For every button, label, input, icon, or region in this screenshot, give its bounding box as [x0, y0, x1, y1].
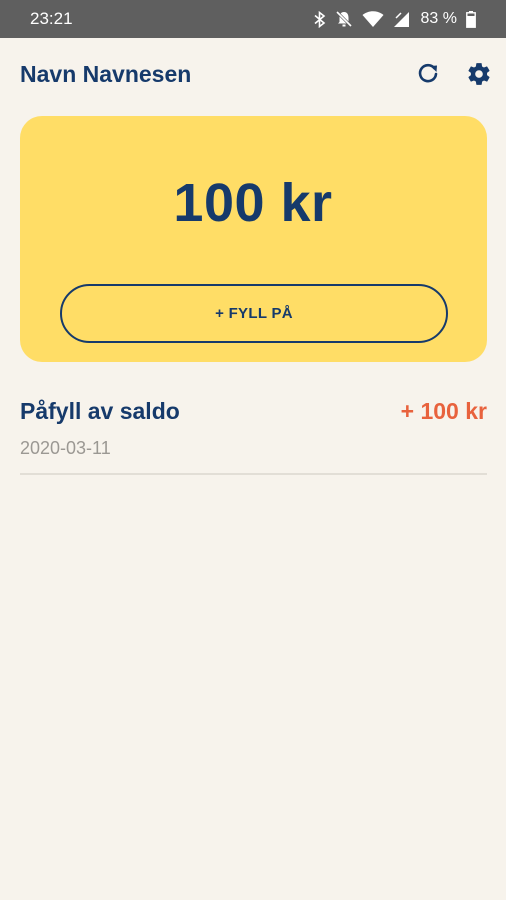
status-time: 23:21: [30, 9, 73, 28]
topup-button[interactable]: + FYLL PÅ: [60, 284, 448, 343]
refresh-icon[interactable]: [416, 62, 440, 86]
app-header: Navn Navnesen: [20, 54, 492, 94]
gear-icon[interactable]: [466, 61, 492, 87]
balance-amount: 100 kr: [173, 173, 333, 233]
status-icons: 83 %: [314, 10, 476, 28]
transaction-title: Påfyll av saldo: [20, 398, 180, 424]
status-bar: 23:21 83 %: [0, 0, 506, 38]
bluetooth-icon: [314, 10, 326, 28]
battery-level: 83 %: [420, 10, 457, 27]
wifi-icon: [362, 10, 384, 28]
transaction-row[interactable]: Påfyll av saldo + 100 kr 2020-03-11: [20, 392, 487, 475]
transaction-amount: + 100 kr: [400, 398, 487, 424]
header-actions: [416, 61, 492, 87]
transaction-date: 2020-03-11: [20, 438, 111, 458]
battery-icon: [466, 10, 476, 28]
user-name: Navn Navnesen: [20, 60, 192, 87]
signal-icon: [393, 11, 410, 28]
mute-icon: [335, 10, 353, 28]
